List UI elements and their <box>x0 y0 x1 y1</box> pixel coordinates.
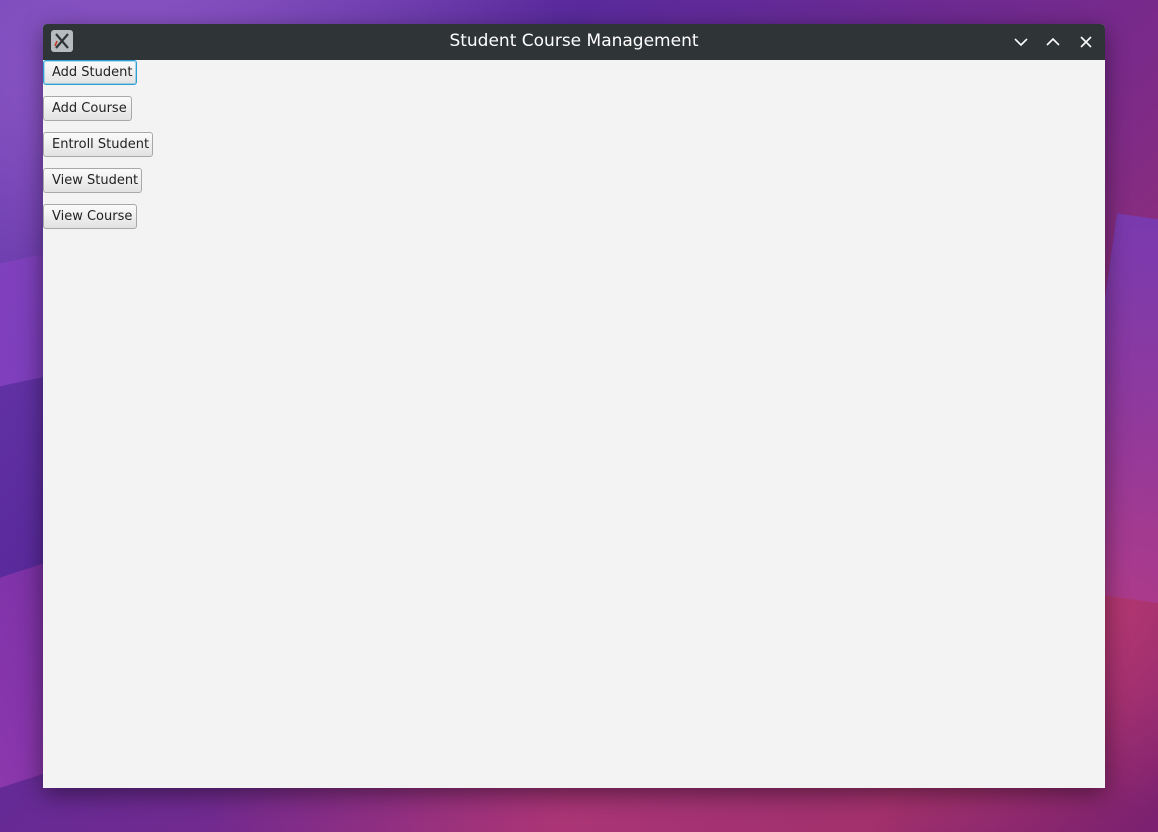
close-icon <box>1080 36 1092 48</box>
view-course-button[interactable]: View Course <box>43 204 137 229</box>
minimize-button[interactable] <box>1011 32 1031 52</box>
chevron-up-icon <box>1046 37 1060 46</box>
add-student-button[interactable]: Add Student <box>43 60 137 85</box>
enroll-student-button[interactable]: Entroll Student <box>43 132 153 157</box>
title-bar[interactable]: Student Course Management <box>43 24 1105 60</box>
maximize-button[interactable] <box>1043 32 1063 52</box>
add-course-button[interactable]: Add Course <box>43 96 132 121</box>
main-content: Add Student Add Course Entroll Student V… <box>43 60 1105 788</box>
window-title: Student Course Management <box>449 31 699 51</box>
chevron-down-icon <box>1014 38 1028 47</box>
view-student-button[interactable]: View Student <box>43 168 142 193</box>
desktop-background: Student Course Management Add Student Ad… <box>0 0 1158 832</box>
app-window: Student Course Management Add Student Ad… <box>43 24 1105 788</box>
close-button[interactable] <box>1076 32 1096 52</box>
